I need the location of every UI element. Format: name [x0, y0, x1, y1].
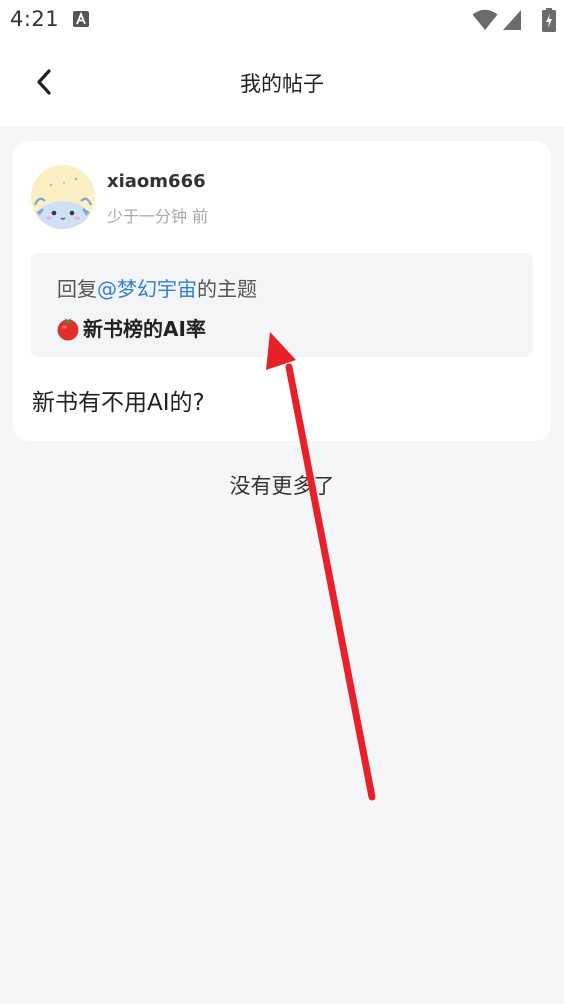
mention-link[interactable]: @梦幻宇宙	[97, 277, 197, 301]
status-bar: 4:21	[0, 0, 564, 40]
reply-suffix: 的主题	[197, 277, 257, 301]
avatar-dragon-icon	[31, 165, 95, 229]
status-icons	[466, 8, 556, 32]
username[interactable]: xiaom666	[107, 171, 206, 192]
no-more-text: 没有更多了	[229, 474, 335, 498]
reply-line: 回复@梦幻宇宙的主题	[57, 273, 257, 302]
post-card[interactable]: xiaom666 少于一分钟 前 回复@梦幻宇宙的主题 新书榜的AI率 新书有不…	[13, 141, 551, 441]
status-time: 4:21	[10, 7, 60, 31]
top-bar: 我的帖子	[0, 40, 564, 126]
page: 4:21 我的帖子 xiaom666 少于一分钟 前 回复@梦幻宇宙的主题 新书…	[0, 0, 564, 1004]
page-title: 我的帖子	[240, 72, 324, 96]
topic-title[interactable]: 新书榜的AI率	[55, 313, 206, 342]
avatar[interactable]	[31, 165, 95, 229]
tomato-icon	[57, 317, 79, 340]
signal-icon	[503, 10, 521, 30]
topic-title-text: 新书榜的AI率	[83, 317, 206, 341]
battery-charging-icon	[542, 8, 556, 32]
post-content: 新书有不用AI的?	[32, 390, 205, 416]
post-timestamp: 少于一分钟 前	[107, 207, 209, 226]
reply-topic-box[interactable]: 回复@梦幻宇宙的主题 新书榜的AI率	[31, 253, 533, 357]
reply-prefix: 回复	[57, 277, 97, 301]
wifi-icon	[472, 9, 498, 30]
text-a-icon	[73, 11, 89, 27]
